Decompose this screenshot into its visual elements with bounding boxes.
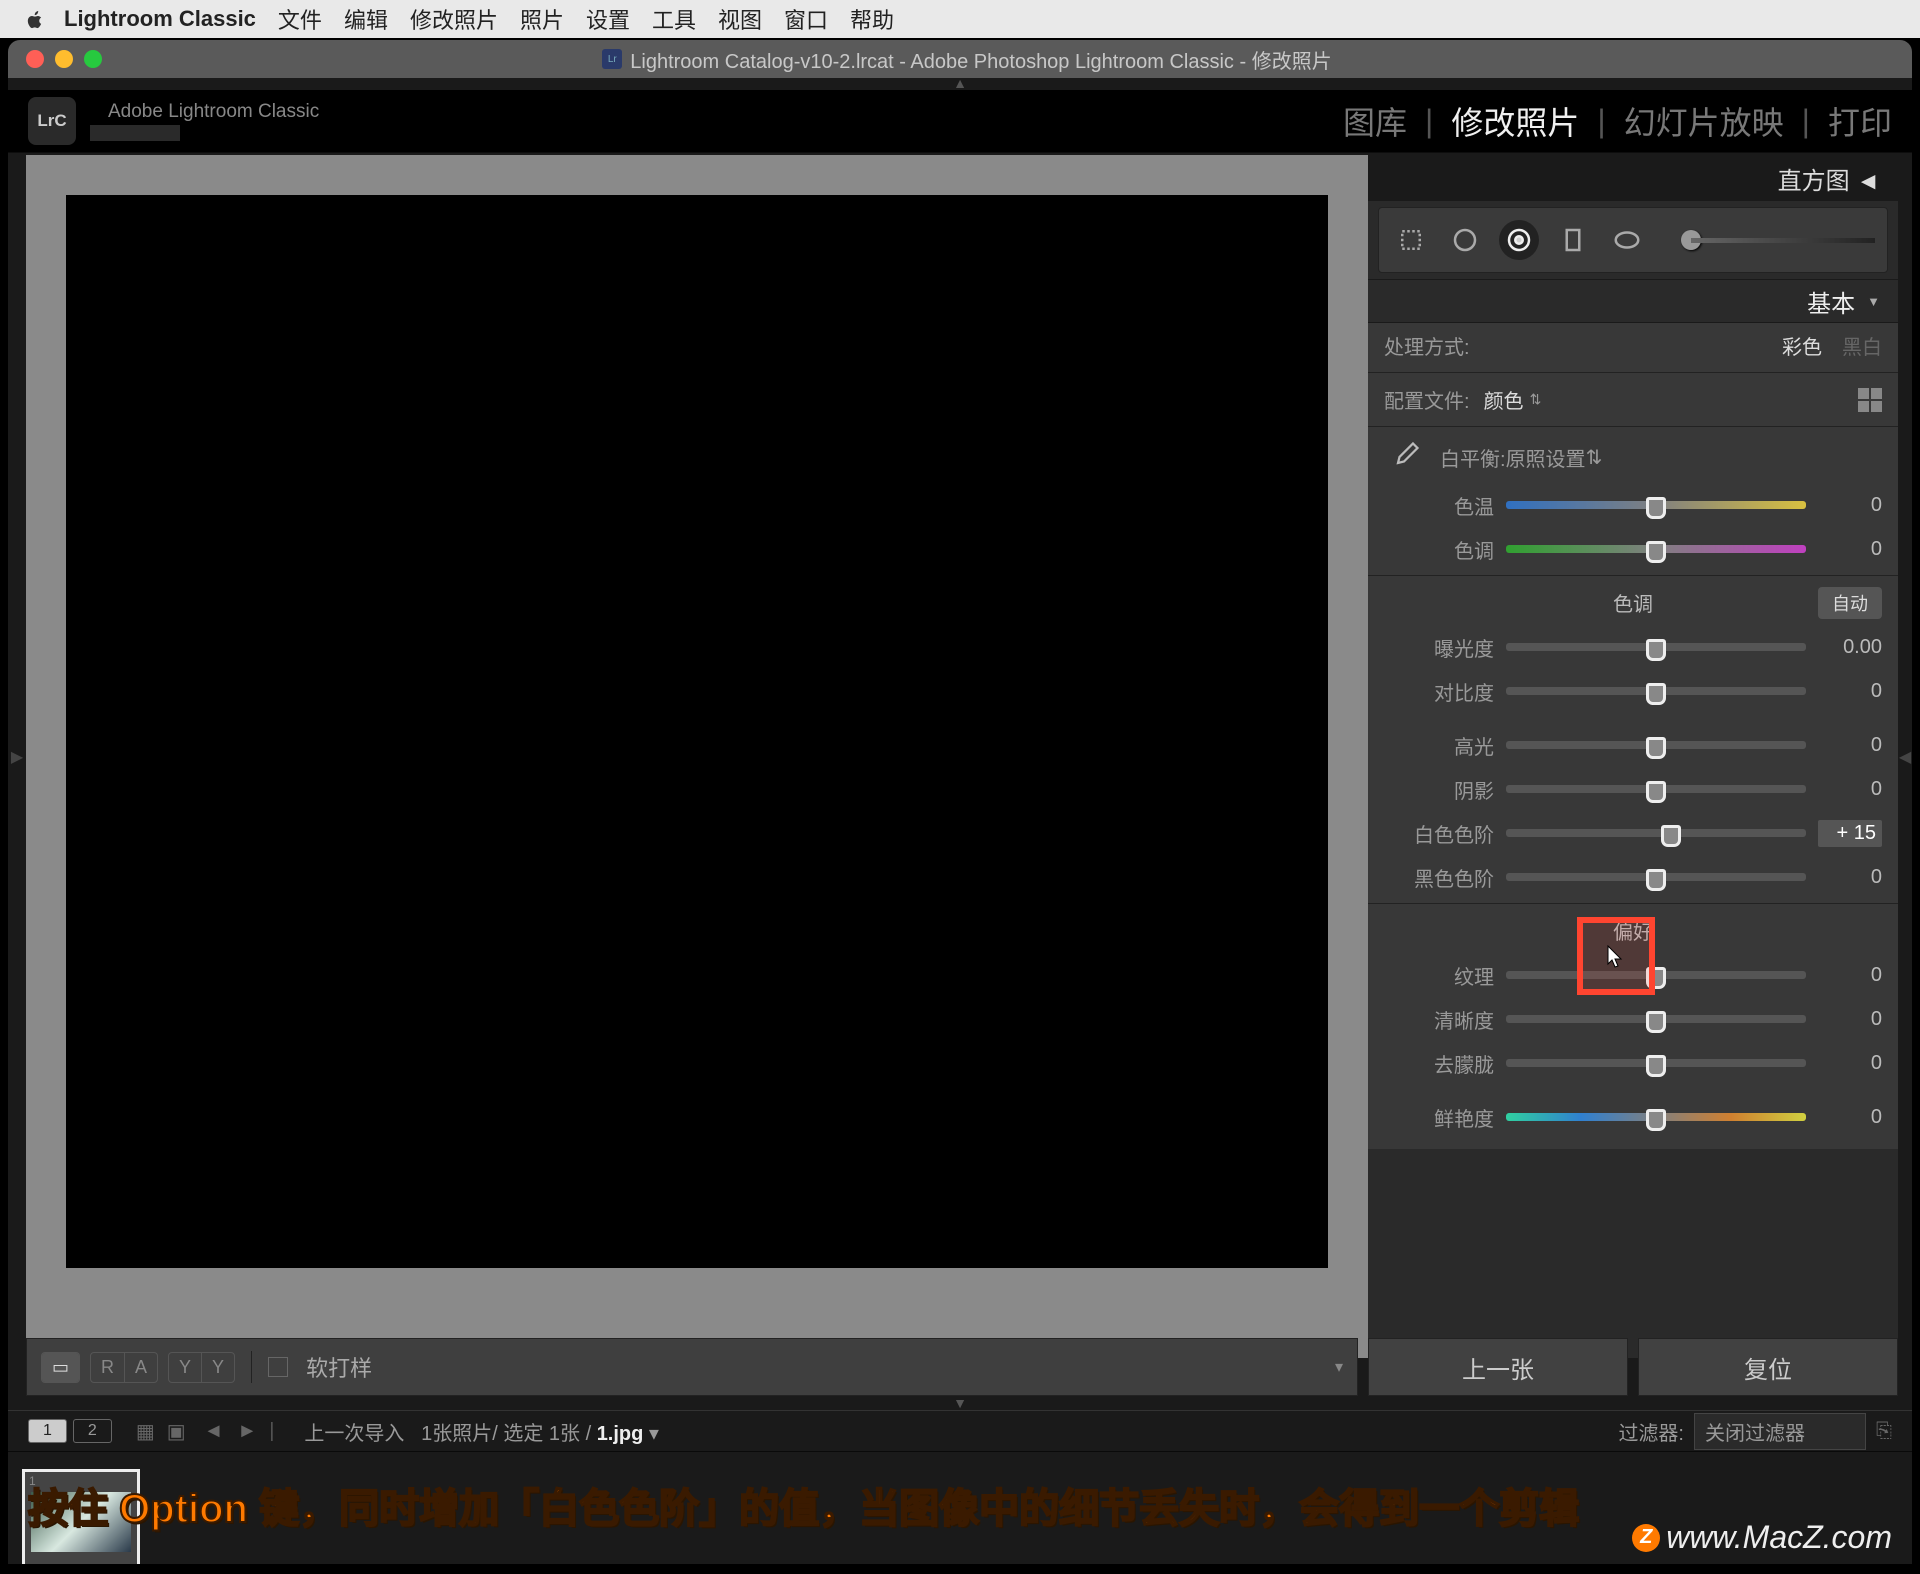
reset-button[interactable]: 复位 [1638, 1338, 1898, 1396]
softproof-checkbox[interactable] [268, 1357, 288, 1377]
treatment-color[interactable]: 彩色 [1782, 331, 1822, 360]
profile-browser-icon[interactable] [1858, 388, 1882, 412]
expand-filmstrip-arrow[interactable]: ▼ [8, 1398, 1912, 1410]
menubar-app-name: Lightroom Classic [64, 6, 256, 32]
slider-dehaze[interactable]: 去朦胧0 [1368, 1041, 1898, 1085]
slider-vibrance[interactable]: 鲜艳度0 [1368, 1095, 1898, 1139]
image-canvas[interactable] [66, 195, 1328, 1268]
main-area: ▶ 直方图 ◄ 基本▼ 处理方式: [8, 155, 1912, 1358]
menu-settings[interactable]: 设置 [586, 3, 630, 35]
module-tabs: 图库 | 修改照片 | 幻灯片放映 | 打印 [1343, 98, 1892, 144]
crumb-current: 1.jpg [597, 1423, 644, 1445]
app-window: Lr Lightroom Catalog-v10-2.lrcat - Adobe… [8, 40, 1912, 1564]
nav-next-icon[interactable]: ► [237, 1420, 257, 1443]
radial-filter-tool-icon[interactable] [1607, 220, 1647, 260]
header-app-name: Adobe Lightroom Classic [108, 101, 319, 123]
softproof-label: 软打样 [306, 1351, 372, 1383]
view-mode-segment[interactable]: ▭ [41, 1352, 80, 1383]
tutorial-caption: 按住 Option 键，同时增加「白色色阶」的值，当图像中的细节丢失时，会得到一… [28, 1476, 1892, 1534]
wb-value[interactable]: 原照设置 [1506, 443, 1586, 472]
wb-stepper-icon[interactable]: ⇅ [1586, 445, 1603, 470]
nav-prev-icon[interactable]: ◄ [204, 1420, 224, 1443]
slider-contrast[interactable]: 对比度0 [1368, 669, 1898, 713]
crumb-dropdown-icon[interactable]: ▾ [649, 1423, 659, 1445]
profile-stepper-icon[interactable]: ⇅ [1524, 389, 1548, 410]
module-library[interactable]: 图库 [1343, 98, 1407, 144]
slider-shadows[interactable]: 阴影0 [1368, 767, 1898, 811]
tone-header: 色调 [1613, 588, 1653, 617]
window-maximize-button[interactable] [84, 50, 102, 68]
toolbar-dropdown-icon[interactable]: ▾ [1335, 1357, 1343, 1377]
lrc-logo-icon: LrC [28, 97, 76, 145]
auto-tone-button[interactable]: 自动 [1818, 587, 1882, 619]
menu-tools[interactable]: 工具 [652, 3, 696, 35]
window-titlebar: Lr Lightroom Catalog-v10-2.lrcat - Adobe… [8, 40, 1912, 78]
treatment-label: 处理方式: [1384, 331, 1470, 360]
slider-whites[interactable]: 白色色阶+ 15 [1368, 811, 1898, 855]
before-after-segment[interactable]: RA [90, 1352, 158, 1383]
crumb-count: 1张照片/ 选定 1张 / [421, 1423, 591, 1445]
filter-lock-icon[interactable]: ⎘ [1876, 1420, 1892, 1443]
slider-temp[interactable]: 色温0 [1368, 483, 1898, 527]
menu-window[interactable]: 窗口 [784, 3, 828, 35]
monitor-1-button[interactable]: 1 [28, 1419, 67, 1443]
window-close-button[interactable] [26, 50, 44, 68]
crumb-prefix[interactable]: 上一次导入 [304, 1423, 404, 1445]
window-title: Lightroom Catalog-v10-2.lrcat - Adobe Ph… [630, 45, 1331, 74]
macos-menubar: Lightroom Classic 文件 编辑 修改照片 照片 设置 工具 视图… [0, 0, 1920, 38]
menu-file[interactable]: 文件 [278, 3, 322, 35]
profile-label: 配置文件: [1384, 385, 1470, 414]
lrc-title-icon: Lr [602, 49, 622, 69]
menu-photo[interactable]: 照片 [520, 3, 564, 35]
filter-dropdown[interactable]: 关闭过滤器 [1694, 1413, 1866, 1450]
basic-panel-header[interactable]: 基本▼ [1368, 279, 1898, 323]
spot-removal-tool-icon[interactable] [1445, 220, 1485, 260]
filter-label: 过滤器: [1618, 1417, 1684, 1446]
slider-highlights[interactable]: 高光0 [1368, 723, 1898, 767]
white-balance-eyedropper-icon[interactable] [1384, 439, 1424, 475]
profile-value[interactable]: 颜色 [1484, 385, 1524, 414]
slider-exposure[interactable]: 曝光度0.00 [1368, 625, 1898, 669]
grid-view-icon[interactable]: ▦ [136, 1419, 155, 1444]
module-print[interactable]: 打印 [1828, 98, 1892, 144]
monitor-2-button[interactable]: 2 [73, 1419, 112, 1443]
bottom-toolbar: ▭ RA YY 软打样 ▾ 上一张 复位 [26, 1338, 1898, 1396]
menu-help[interactable]: 帮助 [850, 3, 894, 35]
menu-develop[interactable]: 修改照片 [410, 3, 498, 35]
menu-view[interactable]: 视图 [718, 3, 762, 35]
slider-blacks[interactable]: 黑色色阶0 [1368, 855, 1898, 899]
treatment-bw[interactable]: 黑白 [1842, 331, 1882, 360]
module-slideshow[interactable]: 幻灯片放映 [1624, 98, 1784, 144]
presence-header: 偏好 [1613, 916, 1653, 945]
watermark-logo-icon: Z [1632, 1524, 1660, 1552]
slider-texture[interactable]: 纹理0 [1368, 953, 1898, 997]
previous-button[interactable]: 上一张 [1368, 1338, 1628, 1396]
expand-top-panel-arrow[interactable]: ▲ [8, 78, 1912, 90]
menu-edit[interactable]: 编辑 [344, 3, 388, 35]
filmstrip-toolbar: 1 2 ▦▣ ◄► | 上一次导入 1张照片/ 选定 1张 / 1.jpg ▾ … [8, 1410, 1912, 1452]
apple-logo-icon [24, 8, 46, 30]
wb-label: 白平衡: [1440, 443, 1506, 472]
slider-clarity[interactable]: 清晰度0 [1368, 997, 1898, 1041]
adjustment-brush-slider[interactable] [1681, 230, 1875, 250]
basic-panel-body: 处理方式: 彩色 黑白 配置文件: 颜色 ⇅ 白平衡: [1368, 323, 1898, 1149]
compare-segment[interactable]: YY [168, 1352, 235, 1383]
header-subbar [90, 125, 180, 141]
expand-left-panel-arrow[interactable]: ▶ [8, 155, 26, 1358]
expand-right-panel-arrow[interactable]: ◀ [1898, 155, 1912, 1358]
histogram-panel-header[interactable]: 直方图 ◄ [1368, 155, 1898, 201]
canvas-area [26, 155, 1368, 1358]
watermark: Z www.MacZ.com [1632, 1519, 1892, 1556]
app-header: LrC Adobe Lightroom Classic 图库 | 修改照片 | … [8, 90, 1912, 153]
redeye-tool-icon[interactable] [1499, 220, 1539, 260]
tool-strip [1378, 207, 1888, 273]
crop-tool-icon[interactable] [1391, 220, 1431, 260]
window-minimize-button[interactable] [55, 50, 73, 68]
develop-panel: 直方图 ◄ 基本▼ 处理方式: 彩色 黑白 [1368, 155, 1898, 1358]
slider-tint[interactable]: 色调0 [1368, 527, 1898, 571]
graduated-filter-tool-icon[interactable] [1553, 220, 1593, 260]
single-view-icon[interactable]: ▣ [167, 1419, 186, 1444]
module-develop[interactable]: 修改照片 [1451, 98, 1579, 144]
